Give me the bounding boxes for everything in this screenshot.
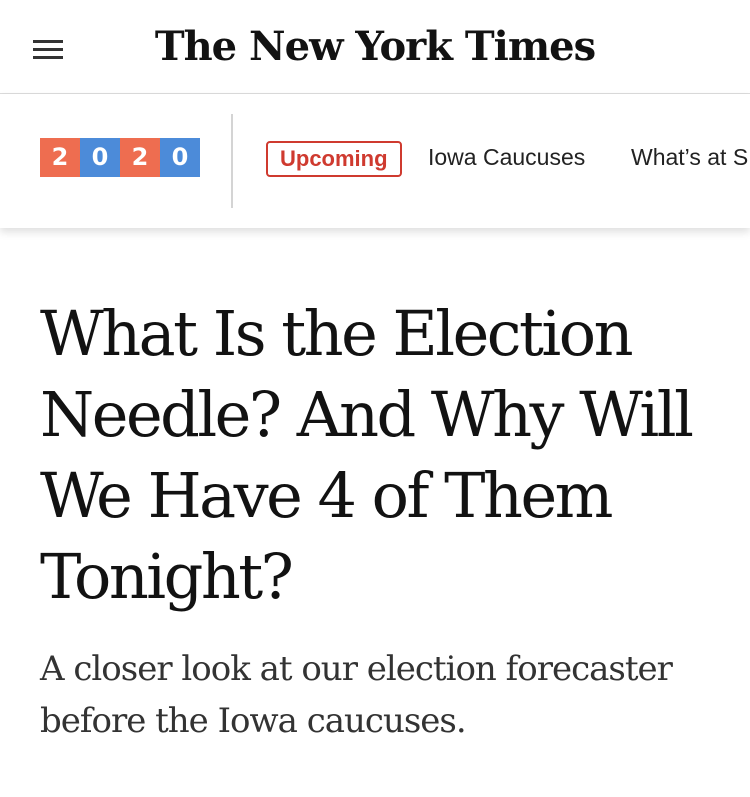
badge-digit: 0 [80,138,120,177]
article-summary: A closer look at our election forecaster… [40,649,673,741]
nav-link-iowa-caucuses[interactable]: Iowa Caucuses [428,141,585,173]
badge-digit: 2 [120,138,160,177]
nav-link-whats-at-stake[interactable]: What’s at S [631,141,748,173]
election-section-bar: 2 0 2 0 Upcoming Iowa Caucuses What’s at… [0,94,750,228]
badge-digit: 0 [160,138,200,177]
section-bar-divider [231,114,233,208]
election-2020-badge[interactable]: 2 0 2 0 [40,138,200,177]
article-page: The New York Times 2 0 2 0 Upcoming Iowa… [0,0,750,797]
article-headline: What Is the Election Needle? And Why Wil… [40,297,694,613]
badge-digit: 2 [40,138,80,177]
upcoming-tag: Upcoming [266,141,402,177]
nyt-logo[interactable]: The New York Times [0,22,750,72]
masthead: The New York Times [0,0,750,94]
